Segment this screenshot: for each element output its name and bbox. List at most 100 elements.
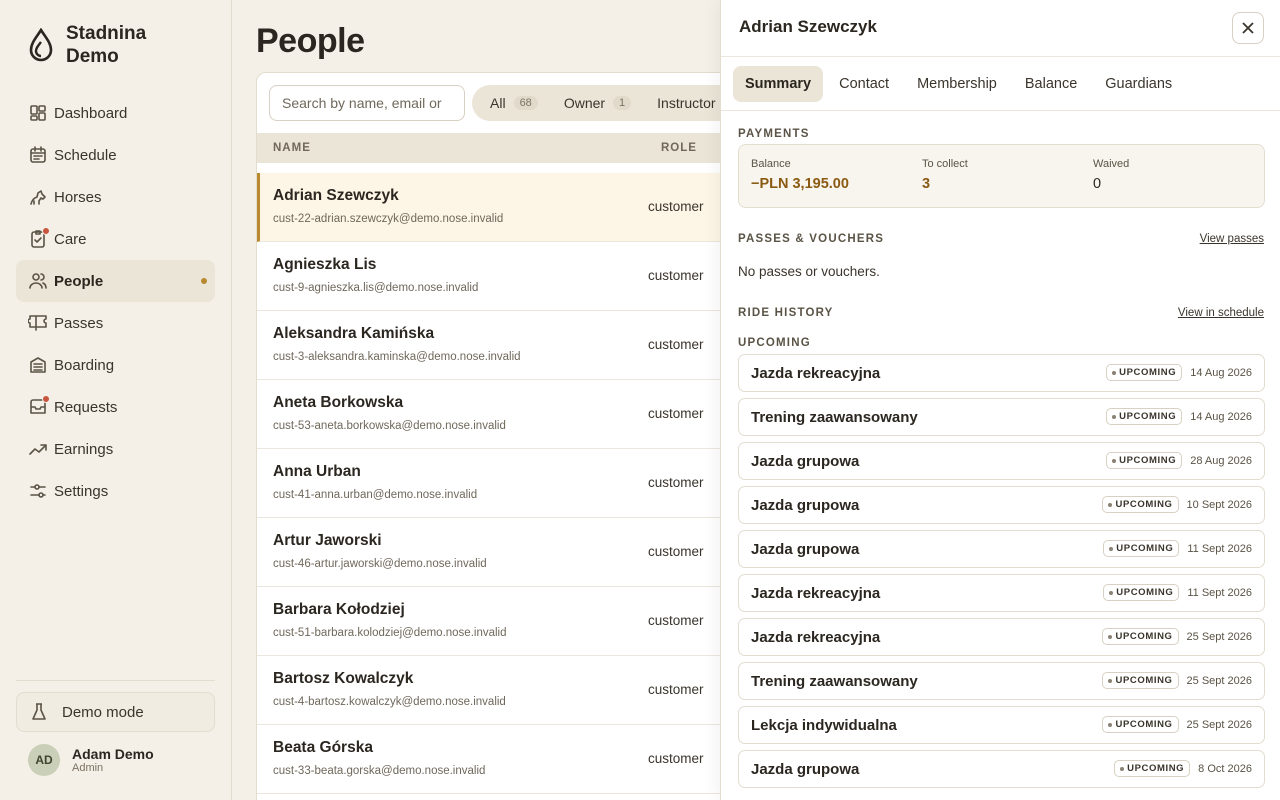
status-text: UPCOMING bbox=[1115, 719, 1173, 730]
dashboard-icon bbox=[28, 103, 48, 123]
table-body: Adrian Szewczyk cust-22-adrian.szewczyk@d… bbox=[257, 173, 755, 794]
list-item[interactable]: Jazda grupowa UPCOMING 11 Sept 2026 bbox=[738, 530, 1265, 568]
person-detail-panel: Adrian Szewczyk Summary Contact Membership… bbox=[720, 0, 1280, 800]
ride-name: Jazda grupowa bbox=[751, 453, 860, 470]
ride-date: 25 Sept 2026 bbox=[1186, 674, 1252, 687]
status-dot-icon bbox=[1112, 458, 1117, 463]
person-role: customer bbox=[648, 406, 704, 421]
status-badge: UPCOMING bbox=[1106, 364, 1183, 381]
tab-membership[interactable]: Membership bbox=[905, 66, 1009, 102]
status-dot-icon bbox=[1108, 634, 1113, 639]
upcoming-label: UPCOMING bbox=[738, 337, 811, 349]
horse-icon bbox=[28, 187, 48, 207]
table-row[interactable]: Anna Urban cust-41-anna.urban@demo.nose.i… bbox=[257, 449, 755, 518]
status-dot-icon bbox=[1109, 546, 1114, 551]
ride-name: Jazda grupowa bbox=[751, 761, 860, 778]
ride-date: 8 Oct 2026 bbox=[1198, 762, 1252, 775]
status-dot-icon bbox=[1108, 678, 1113, 683]
waived-value: 0 bbox=[1093, 176, 1102, 192]
status-badge: UPCOMING bbox=[1102, 496, 1179, 513]
table-row[interactable]: Beata Górska cust-33-beata.gorska@demo.no… bbox=[257, 725, 755, 794]
sidebar-item-dashboard[interactable]: Dashboard bbox=[16, 92, 215, 134]
status-dot-icon bbox=[1112, 370, 1117, 375]
ride-name: Jazda grupowa bbox=[751, 541, 860, 558]
view-passes-link[interactable]: View passes bbox=[1200, 233, 1264, 245]
to-collect-value: 3 bbox=[922, 176, 931, 192]
list-item[interactable]: Trening zaawansowany UPCOMING 25 Sept 2026 bbox=[738, 662, 1265, 700]
close-button[interactable] bbox=[1232, 12, 1264, 44]
sidebar-divider bbox=[16, 680, 215, 681]
table-row[interactable]: Aleksandra Kamińska cust-3-aleksandra.kam… bbox=[257, 311, 755, 380]
person-name: Bartosz Kowalczyk bbox=[273, 670, 414, 687]
balance-value: −PLN 3,195.00 bbox=[751, 176, 849, 192]
tab-summary[interactable]: Summary bbox=[733, 65, 824, 102]
ride-name: Trening zaawansowany bbox=[751, 673, 918, 690]
status-dot-icon bbox=[1112, 414, 1117, 419]
ride-name: Jazda rekreacyjna bbox=[751, 629, 881, 646]
building-icon bbox=[28, 355, 48, 375]
inbox-icon bbox=[28, 395, 50, 417]
main-content: People All 68 Owner 1 Instructor NAME ROLE A… bbox=[232, 0, 756, 800]
sidebar-item-schedule[interactable]: Schedule bbox=[16, 134, 215, 176]
table-row[interactable]: Agnieszka Lis cust-9-agnieszka.lis@demo.n… bbox=[257, 242, 755, 311]
sidebar-item-earnings[interactable]: Earnings bbox=[16, 428, 215, 470]
filter-owner[interactable]: Owner 1 bbox=[564, 95, 632, 111]
status-text: UPCOMING bbox=[1127, 763, 1185, 774]
status-text: UPCOMING bbox=[1119, 367, 1177, 378]
payments-label: PAYMENTS bbox=[738, 128, 810, 140]
list-item[interactable]: Jazda rekreacyjna UPCOMING 14 Aug 2026 bbox=[738, 354, 1265, 392]
list-toolbar: All 68 Owner 1 Instructor bbox=[257, 73, 755, 133]
column-header-role[interactable]: ROLE bbox=[661, 142, 697, 154]
column-header-name[interactable]: NAME bbox=[273, 142, 311, 154]
status-badge: UPCOMING bbox=[1106, 408, 1183, 425]
status-dot-icon bbox=[1108, 502, 1113, 507]
list-item[interactable]: Jazda grupowa UPCOMING 28 Aug 2026 bbox=[738, 442, 1265, 480]
search-input[interactable] bbox=[269, 85, 465, 121]
list-item[interactable]: Jazda grupowa UPCOMING 8 Oct 2026 bbox=[738, 750, 1265, 788]
sidebar-item-settings[interactable]: Settings bbox=[16, 470, 215, 512]
sidebar-item-boarding[interactable]: Boarding bbox=[16, 344, 215, 386]
sidebar-item-label: Care bbox=[54, 230, 87, 248]
ride-name: Jazda rekreacyjna bbox=[751, 365, 881, 382]
avatar: AD bbox=[28, 744, 60, 776]
brand[interactable]: Stadnina Demo bbox=[28, 22, 176, 68]
table-row[interactable]: Aneta Borkowska cust-53-aneta.borkowska@d… bbox=[257, 380, 755, 449]
view-in-schedule-link[interactable]: View in schedule bbox=[1178, 307, 1264, 319]
page-title: People bbox=[256, 22, 365, 60]
sidebar-item-care[interactable]: Care bbox=[16, 218, 215, 260]
list-item[interactable]: Jazda rekreacyjna UPCOMING 11 Sept 2026 bbox=[738, 574, 1265, 612]
sidebar-item-label: Schedule bbox=[54, 146, 117, 164]
panel-title: Adrian Szewczyk bbox=[739, 17, 877, 36]
sidebar-item-requests[interactable]: Requests bbox=[16, 386, 215, 428]
sidebar-item-horses[interactable]: Horses bbox=[16, 176, 215, 218]
table-row[interactable]: Barbara Kołodziej cust-51-barbara.kolodzi… bbox=[257, 587, 755, 656]
sidebar-item-passes[interactable]: Passes bbox=[16, 302, 215, 344]
status-badge: UPCOMING bbox=[1114, 760, 1191, 777]
table-row[interactable]: Bartosz Kowalczyk cust-4-bartosz.kowalczy… bbox=[257, 656, 755, 725]
sidebar-item-people[interactable]: People bbox=[16, 260, 215, 302]
list-item[interactable]: Lekcja indywidualna UPCOMING 25 Sept 2026 bbox=[738, 706, 1265, 744]
status-badge: UPCOMING bbox=[1106, 452, 1183, 469]
list-item[interactable]: Trening zaawansowany UPCOMING 14 Aug 2026 bbox=[738, 398, 1265, 436]
status-text: UPCOMING bbox=[1119, 411, 1177, 422]
role-filter-group: All 68 Owner 1 Instructor bbox=[472, 85, 755, 121]
tab-balance[interactable]: Balance bbox=[1013, 66, 1089, 102]
person-email: cust-33-beata.gorska@demo.nose.invalid bbox=[273, 765, 486, 777]
tab-contact[interactable]: Contact bbox=[827, 66, 901, 102]
person-name: Beata Górska bbox=[273, 739, 373, 756]
status-text: UPCOMING bbox=[1116, 543, 1174, 554]
tab-guardians[interactable]: Guardians bbox=[1093, 66, 1184, 102]
demo-mode-button[interactable]: Demo mode bbox=[16, 692, 215, 732]
status-badge: UPCOMING bbox=[1103, 584, 1180, 601]
list-item[interactable]: Jazda grupowa UPCOMING 10 Sept 2026 bbox=[738, 486, 1265, 524]
filter-all[interactable]: All 68 bbox=[490, 95, 538, 111]
flask-icon bbox=[32, 703, 46, 720]
user-profile[interactable]: AD Adam Demo Admin bbox=[28, 744, 154, 776]
table-row[interactable]: Adrian Szewczyk cust-22-adrian.szewczyk@d… bbox=[257, 173, 755, 242]
filter-instructor[interactable]: Instructor bbox=[657, 95, 715, 111]
ride-date: 28 Aug 2026 bbox=[1190, 454, 1252, 467]
person-role: customer bbox=[648, 613, 704, 628]
list-item[interactable]: Jazda rekreacyjna UPCOMING 25 Sept 2026 bbox=[738, 618, 1265, 656]
table-row[interactable]: Artur Jaworski cust-46-artur.jaworski@dem… bbox=[257, 518, 755, 587]
status-text: UPCOMING bbox=[1115, 675, 1173, 686]
